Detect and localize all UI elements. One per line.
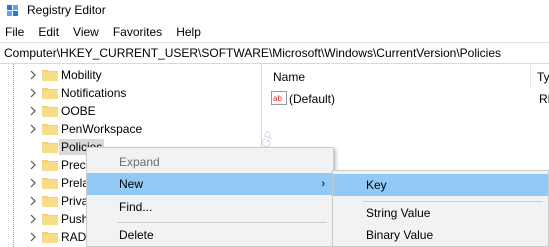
folder-icon xyxy=(42,178,58,189)
chevron-right-icon[interactable] xyxy=(28,213,38,225)
window-title: Registry Editor xyxy=(27,3,106,17)
address-bar[interactable]: Computer\HKEY_CURRENT_USER\SOFTWARE\Micr… xyxy=(0,42,549,64)
tree-item-label: Mobility xyxy=(61,68,102,82)
folder-icon xyxy=(42,214,58,225)
menu-item-delete[interactable]: Delete xyxy=(87,224,333,246)
tree-item-label: OOBE xyxy=(61,104,96,118)
address-path: Computer\HKEY_CURRENT_USER\SOFTWARE\Micr… xyxy=(4,46,502,60)
chevron-right-icon[interactable] xyxy=(28,231,38,243)
folder-icon xyxy=(42,142,58,153)
submenu-arrow-icon: › xyxy=(321,178,325,190)
reg-string-icon: ab xyxy=(271,91,287,105)
chevron-right-icon[interactable] xyxy=(28,195,38,207)
tree-item-label: Prec xyxy=(61,158,86,172)
menu-item-find[interactable]: Find... xyxy=(87,196,333,218)
menu-item-new[interactable]: New › xyxy=(87,173,333,195)
submenu-item-label: String Value xyxy=(366,206,431,220)
tree-item-label: Push xyxy=(61,212,89,226)
chevron-right-icon[interactable] xyxy=(28,87,38,99)
tree-item-penworkspace[interactable]: PenWorkspace xyxy=(0,120,261,138)
context-menu: Expand New › Find... Delete xyxy=(86,147,334,247)
submenu-item-binary-value[interactable]: Binary Value xyxy=(333,224,548,246)
tree-item-label: PenWorkspace xyxy=(61,122,143,136)
menu-help[interactable]: Help xyxy=(169,22,208,42)
menu-item-label: Delete xyxy=(119,228,154,242)
tree-item-label: Notifications xyxy=(61,86,127,100)
tree-item-label: RAD xyxy=(61,230,87,244)
folder-icon xyxy=(42,196,58,207)
folder-icon xyxy=(42,88,58,99)
chevron-right-icon[interactable] xyxy=(28,69,38,81)
chevron-right-icon[interactable] xyxy=(28,123,38,135)
value-name: (Default) xyxy=(289,92,336,106)
chevron-right-icon[interactable] xyxy=(28,105,38,117)
menu-file[interactable]: File xyxy=(0,22,31,42)
menu-bar: File Edit View Favorites Help xyxy=(0,22,549,42)
list-header: Name Ty xyxy=(263,64,549,88)
submenu-item-label: Key xyxy=(366,178,387,192)
menu-item-label: Find... xyxy=(119,200,153,214)
registry-editor-icon xyxy=(7,5,18,16)
folder-icon xyxy=(42,160,58,171)
menu-item-expand[interactable]: Expand xyxy=(87,151,333,173)
menu-item-label: Expand xyxy=(119,155,160,169)
value-type: RE xyxy=(539,92,549,106)
folder-icon xyxy=(42,124,58,135)
menu-edit[interactable]: Edit xyxy=(31,22,66,42)
column-header-name[interactable]: Name xyxy=(273,70,305,84)
tree-item-notifications[interactable]: Notifications xyxy=(0,84,261,102)
menu-separator xyxy=(117,222,327,223)
submenu-item-label: Binary Value xyxy=(366,228,434,242)
column-separator[interactable] xyxy=(530,64,531,88)
tree-item-oobe[interactable]: OOBE xyxy=(0,102,261,120)
submenu-item-key[interactable]: Key xyxy=(333,174,548,196)
folder-icon xyxy=(42,106,58,117)
menu-view[interactable]: View xyxy=(66,22,106,42)
tree-item-label: Prela xyxy=(61,176,90,190)
chevron-right-icon[interactable] xyxy=(28,177,38,189)
submenu-item-string-value[interactable]: String Value xyxy=(333,202,548,224)
tree-item-label: Priva xyxy=(61,194,89,208)
svg-text:ab: ab xyxy=(273,94,282,103)
menu-favorites[interactable]: Favorites xyxy=(106,22,169,42)
folder-icon xyxy=(42,232,58,243)
tree-item-mobility[interactable]: Mobility xyxy=(0,66,261,84)
column-header-type[interactable]: Ty xyxy=(537,70,549,84)
folder-icon xyxy=(42,70,58,81)
title-bar: Registry Editor xyxy=(0,0,549,22)
new-submenu: Key String Value Binary Value xyxy=(332,170,549,247)
value-row-default[interactable]: ab (Default) RE xyxy=(263,90,549,108)
chevron-right-icon[interactable] xyxy=(28,159,38,171)
menu-item-label: New xyxy=(119,177,144,191)
